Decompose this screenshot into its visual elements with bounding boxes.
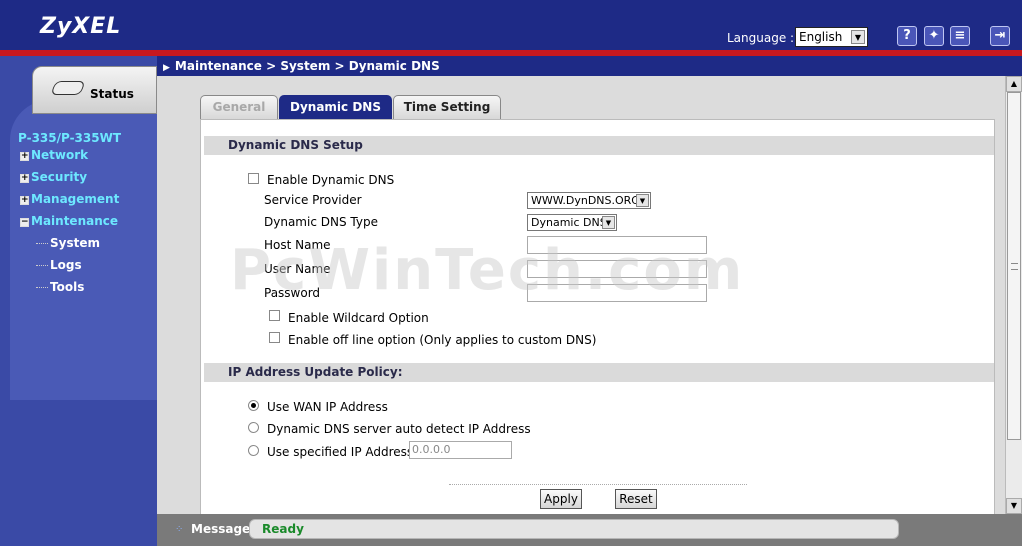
message-icon: ⁘ [175,524,184,535]
language-select[interactable]: English ▼ [795,27,868,47]
password-input[interactable] [527,284,707,302]
breadcrumb: ▶ Maintenance > System > Dynamic DNS [157,56,1022,76]
section-header-ip-policy: IP Address Update Policy: [204,363,994,382]
user-name-input[interactable] [527,260,707,278]
router-icon [50,81,86,95]
ddns-type-select[interactable]: Dynamic DNS ▼ [527,214,617,231]
enable-ddns-checkbox[interactable] [248,173,259,184]
top-header: ZyXEL Language : English ▼ ? ✦ ≡ ⇥ [0,0,1022,56]
reset-button[interactable]: Reset [615,489,657,509]
chevron-right-icon: ▶ [163,63,170,73]
logout-icon[interactable]: ⇥ [990,26,1010,46]
auto-detect-radio[interactable] [248,422,259,433]
sidebar-subitem-label: Logs [50,258,82,272]
sidebar-item-maintenance[interactable]: − Maintenance [20,214,118,228]
scrollbar-thumb[interactable] [1007,92,1021,440]
password-label: Password [264,286,321,300]
breadcrumb-text: Maintenance > System > Dynamic DNS [174,59,440,73]
divider [449,484,747,485]
tab-dynamic-dns[interactable]: Dynamic DNS [279,95,392,119]
sidebar-panel [10,100,157,400]
grip-icon [1011,263,1018,270]
message-label: Message [191,522,251,536]
sidebar-item-label: Management [31,192,120,206]
wildcard-label: Enable Wildcard Option [288,311,429,325]
tree-line [36,243,48,244]
ddns-type-label: Dynamic DNS Type [264,215,378,229]
tree-line [36,265,48,266]
notes-icon[interactable]: ≡ [950,26,970,46]
tree-line [36,287,48,288]
expand-icon: + [20,151,29,161]
auto-detect-label: Dynamic DNS server auto detect IP Addres… [267,422,531,436]
sidebar-item-network[interactable]: + Network [20,148,88,162]
scroll-down-icon[interactable]: ▼ [1006,498,1022,514]
tab-general[interactable]: General [200,95,278,119]
offline-option-label: Enable off line option (Only applies to … [288,333,597,347]
content-area: General Dynamic DNS Time Setting Dynamic… [157,76,1005,514]
zyxel-logo: ZyXEL [40,14,122,39]
sidebar-subitem-label: System [50,236,100,250]
sidebar-subitem-system[interactable]: System [36,236,100,250]
settings-panel: Dynamic DNS Setup Enable Dynamic DNS Ser… [200,119,995,514]
specified-ip-label: Use specified IP Address [267,445,414,459]
chevron-down-icon: ▼ [636,194,649,207]
service-provider-select[interactable]: WWW.DynDNS.ORG ▼ [527,192,651,209]
language-label: Language : [727,31,795,45]
wan-ip-label: Use WAN IP Address [267,400,388,414]
expand-icon: + [20,195,29,205]
service-provider-label: Service Provider [264,193,362,207]
message-field: Ready [249,519,899,539]
collapse-icon: − [20,217,29,227]
specified-ip-radio[interactable] [248,445,259,456]
user-name-label: User Name [264,262,331,276]
section-header-ddns: Dynamic DNS Setup [204,136,994,155]
status-label: Status [90,87,134,101]
host-name-input[interactable] [527,236,707,254]
sidebar-item-label: Security [31,170,88,184]
specified-ip-input[interactable]: 0.0.0.0 [409,441,512,459]
expand-icon: + [20,173,29,183]
apply-button[interactable]: Apply [540,489,582,509]
status-tab[interactable]: Status [32,66,157,114]
sidebar: Status P-335/P-335WT + Network + Security … [0,56,157,546]
host-name-label: Host Name [264,238,331,252]
service-provider-value: WWW.DynDNS.ORG [531,194,640,207]
wizard-icon[interactable]: ✦ [924,26,944,46]
sidebar-subitem-logs[interactable]: Logs [36,258,82,272]
sidebar-subitem-tools[interactable]: Tools [36,280,84,294]
sidebar-item-label: Network [31,148,89,162]
language-value: English [799,30,843,44]
sidebar-subitem-label: Tools [50,280,85,294]
enable-ddns-label: Enable Dynamic DNS [267,173,395,187]
offline-option-checkbox[interactable] [269,332,280,343]
wan-ip-radio[interactable] [248,400,259,411]
message-bar: ⁘ Message Ready [157,514,1022,546]
ddns-type-value: Dynamic DNS [531,216,607,229]
chevron-down-icon: ▼ [602,216,615,229]
sidebar-item-security[interactable]: + Security [20,170,87,184]
main-area: General Dynamic DNS Time Setting Dynamic… [157,76,1022,514]
wildcard-checkbox[interactable] [269,310,280,321]
sidebar-item-management[interactable]: + Management [20,192,119,206]
tab-time-setting[interactable]: Time Setting [393,95,501,119]
sidebar-item-label: Maintenance [31,214,119,228]
device-model: P-335/P-335WT [18,131,122,145]
chevron-down-icon: ▼ [851,30,865,44]
vertical-scrollbar[interactable]: ▲ ▼ [1005,76,1022,514]
scroll-up-icon[interactable]: ▲ [1006,76,1022,92]
help-icon[interactable]: ? [897,26,917,46]
